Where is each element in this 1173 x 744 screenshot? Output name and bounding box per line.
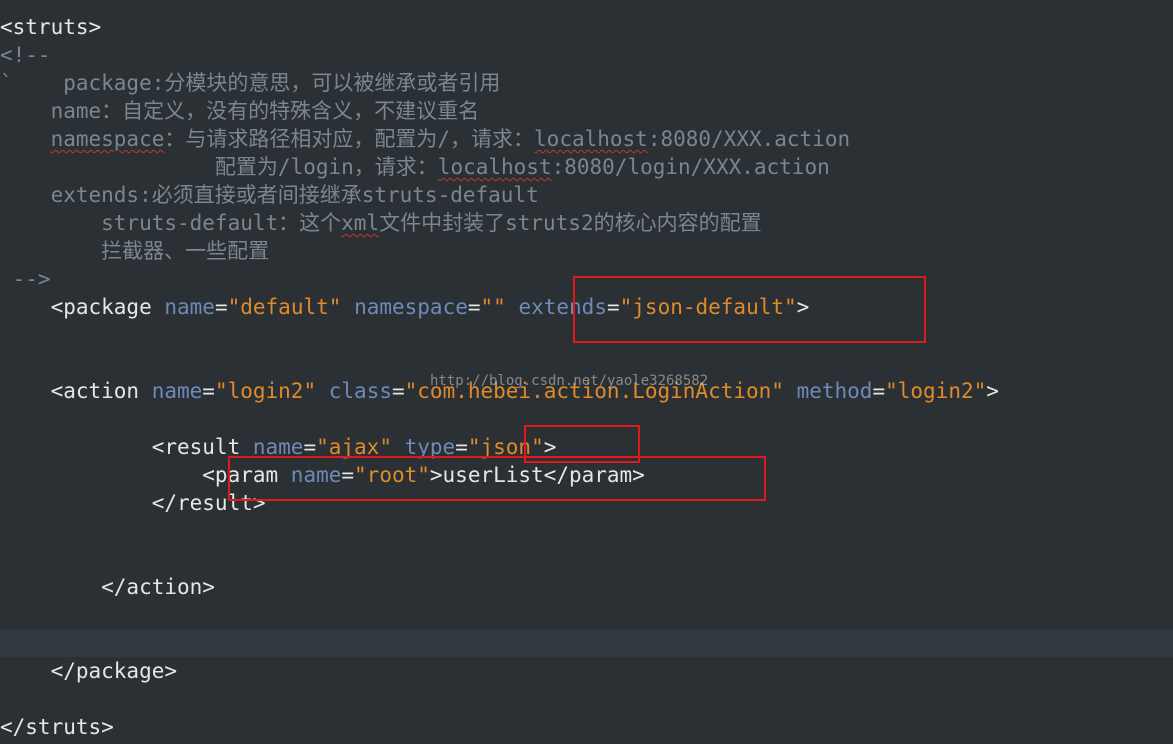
highlight-box-param-root	[228, 456, 766, 501]
code-line-3: ` package:分模块的意思，可以被继承或者引用	[0, 71, 501, 95]
code-line-action-end: </action>	[0, 575, 215, 599]
code-line-8: struts-default：这个xml文件中封装了struts2的核心内容的配…	[0, 211, 762, 235]
code-line-1: <struts>	[0, 15, 102, 39]
code-line-10: -->	[0, 267, 51, 291]
code-line-struts-end: </struts>	[0, 715, 114, 739]
code-editor[interactable]: <struts> <!-- ` package:分模块的意思，可以被继承或者引用…	[0, 0, 1173, 744]
code-line-result-end: </result>	[0, 491, 266, 515]
code-line-9: 拦截器、一些配置	[0, 239, 270, 263]
watermark: http://blog.csdn.net/yaole3268582	[430, 373, 709, 389]
spell-error-localhost-2: localhost	[437, 155, 552, 179]
code-line-package-end: </package>	[0, 659, 178, 683]
code-line-5: namespace：与请求路径相对应，配置为/，请求：localhost:808…	[50, 127, 851, 151]
spell-error-namespace: namespace	[50, 127, 165, 151]
code-line-2: <!--	[0, 43, 51, 67]
code-line-4: name：自定义，没有的特殊含义，不建议重名	[0, 99, 480, 123]
highlight-box-extends	[573, 276, 926, 343]
spell-error-localhost: localhost	[534, 127, 648, 151]
spell-error-xml: xml	[341, 211, 380, 235]
current-line-highlight	[0, 629, 1173, 657]
code-line-7: extends:必须直接或者间接继承struts-default	[0, 183, 539, 207]
code-line-6: 配置为/login，请求：localhost:8080/login/XXX.ac…	[0, 155, 830, 179]
